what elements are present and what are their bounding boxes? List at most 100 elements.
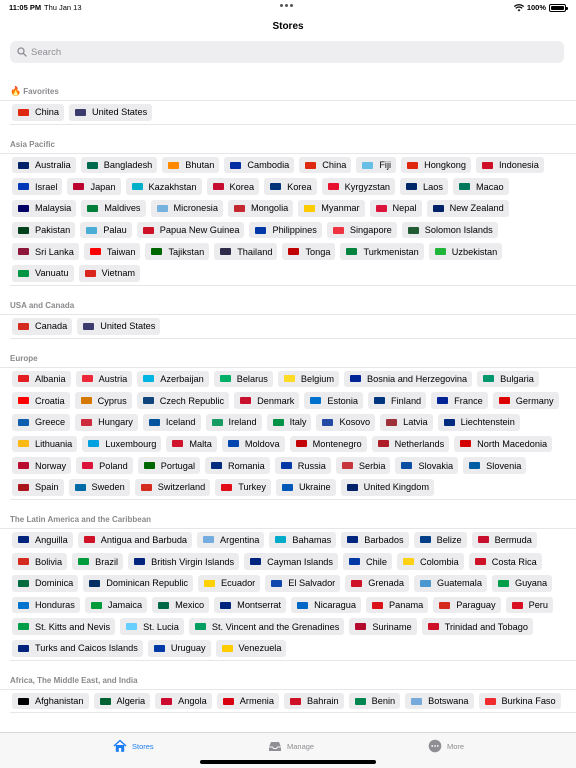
store-chip[interactable]: Anguilla: [12, 531, 73, 549]
store-chip[interactable]: Solomon Islands: [401, 221, 498, 239]
store-chip[interactable]: Korea: [206, 178, 260, 196]
store-chip[interactable]: Kazakhstan: [125, 178, 202, 196]
store-chip[interactable]: Ukraine: [275, 478, 336, 496]
store-chip[interactable]: Sri Lanka: [12, 243, 79, 261]
store-chip[interactable]: Latvia: [380, 413, 433, 431]
store-chip[interactable]: Pakistan: [12, 221, 76, 239]
store-chip[interactable]: Thailand: [214, 243, 278, 261]
store-chip[interactable]: Costa Rica: [468, 553, 542, 570]
store-chip[interactable]: Czech Republic: [136, 392, 230, 409]
store-chip[interactable]: Cayman Islands: [244, 553, 339, 570]
store-chip[interactable]: Belize: [413, 531, 467, 549]
store-chip[interactable]: Palau: [80, 221, 132, 239]
store-chip[interactable]: Switzerland: [134, 478, 211, 496]
store-chip[interactable]: Kosovo: [316, 413, 376, 431]
store-chip[interactable]: Cambodia: [224, 156, 295, 174]
store-chip[interactable]: Tonga: [282, 243, 336, 261]
store-chip[interactable]: El Salvador: [265, 575, 341, 592]
store-chip[interactable]: Ecuador: [198, 575, 261, 592]
store-chip[interactable]: Albania: [12, 370, 71, 388]
store-chip[interactable]: Botswana: [405, 692, 474, 710]
store-chip[interactable]: Dominican Republic: [83, 575, 194, 592]
store-chip[interactable]: Montserrat: [214, 596, 287, 614]
store-chip[interactable]: Uzbekistan: [428, 243, 503, 261]
store-chip[interactable]: Venezuela: [215, 640, 287, 657]
store-chip[interactable]: Paraguay: [433, 596, 501, 614]
store-chip[interactable]: Peru: [505, 596, 553, 614]
store-chip[interactable]: Greece: [12, 413, 71, 431]
store-chip[interactable]: Mexico: [152, 596, 210, 614]
store-chip[interactable]: Malta: [166, 435, 217, 453]
store-chip[interactable]: Suriname: [349, 618, 417, 636]
store-chip[interactable]: Barbados: [341, 531, 409, 549]
store-chip[interactable]: Angola: [155, 692, 212, 710]
tab-manage[interactable]: Manage: [268, 739, 314, 753]
store-chip[interactable]: Dominica: [12, 575, 79, 592]
store-chip[interactable]: United States: [77, 317, 161, 335]
multitasking-dots-icon[interactable]: [280, 4, 293, 7]
store-chip[interactable]: Grenada: [345, 575, 409, 592]
store-chip[interactable]: Panama: [365, 596, 429, 614]
store-chip[interactable]: Cyprus: [74, 392, 132, 409]
store-chip[interactable]: China: [299, 156, 352, 174]
store-chip[interactable]: France: [431, 392, 488, 409]
store-chip[interactable]: St. Kitts and Nevis: [12, 618, 116, 636]
store-chip[interactable]: Finland: [368, 392, 427, 409]
store-chip[interactable]: Poland: [76, 457, 133, 474]
store-chip[interactable]: Norway: [12, 457, 72, 474]
store-chip[interactable]: Argentina: [197, 531, 265, 549]
store-chip[interactable]: Myanmar: [298, 200, 365, 217]
store-chip[interactable]: Turks and Caicos Islands: [12, 640, 143, 657]
store-chip[interactable]: Singapore: [326, 221, 397, 239]
store-chip[interactable]: Russia: [274, 457, 331, 474]
store-chip[interactable]: Vanuatu: [12, 265, 74, 282]
tab-stores[interactable]: Stores: [113, 739, 154, 753]
store-chip[interactable]: Ireland: [205, 413, 262, 431]
store-chip[interactable]: Hongkong: [401, 156, 471, 174]
store-chip[interactable]: Belgium: [277, 370, 340, 388]
store-chip[interactable]: Guyana: [491, 575, 553, 592]
store-chip[interactable]: Nepal: [369, 200, 422, 217]
store-chip[interactable]: Bermuda: [471, 531, 537, 549]
store-chip[interactable]: Spain: [12, 478, 64, 496]
store-chip[interactable]: Turkey: [215, 478, 271, 496]
store-chip[interactable]: Belarus: [213, 370, 273, 388]
search-bar[interactable]: [10, 41, 564, 63]
store-chip[interactable]: Canada: [12, 317, 73, 335]
store-chip[interactable]: Burkina Faso: [478, 692, 561, 710]
store-chip[interactable]: Serbia: [335, 457, 391, 474]
store-chip[interactable]: Micronesia: [150, 200, 223, 217]
store-chip[interactable]: Uruguay: [147, 640, 211, 657]
store-chip[interactable]: Montenegro: [289, 435, 367, 453]
store-chip[interactable]: Papua New Guinea: [136, 221, 245, 239]
store-chip[interactable]: Bhutan: [162, 156, 220, 174]
store-chip[interactable]: Bosnia and Herzegovina: [344, 370, 473, 388]
store-chip[interactable]: Indonesia: [475, 156, 544, 174]
store-chip[interactable]: Bolivia: [12, 553, 68, 570]
store-chip[interactable]: Luxembourg: [82, 435, 162, 453]
store-chip[interactable]: Bahrain: [283, 692, 344, 710]
store-chip[interactable]: Australia: [12, 156, 76, 174]
store-chip[interactable]: Taiwan: [83, 243, 141, 261]
store-chip[interactable]: Romania: [205, 457, 270, 474]
store-chip[interactable]: Benin: [348, 692, 401, 710]
store-chip[interactable]: Slovakia: [395, 457, 459, 474]
store-list[interactable]: 🔥 Favorites China United States Asia Pacific…: [0, 83, 576, 724]
store-chip[interactable]: Bangladesh: [80, 156, 158, 174]
store-chip[interactable]: Korea: [264, 178, 317, 196]
store-chip[interactable]: Laos: [400, 178, 448, 196]
store-chip[interactable]: Sweden: [68, 478, 130, 496]
store-chip[interactable]: Slovenia: [463, 457, 527, 474]
store-chip[interactable]: Kyrgyzstan: [321, 178, 396, 196]
store-chip[interactable]: St. Vincent and the Grenadines: [188, 618, 345, 636]
store-chip[interactable]: Afghanistan: [12, 692, 89, 710]
store-chip[interactable]: Portugal: [137, 457, 200, 474]
store-chip[interactable]: Antigua and Barbuda: [77, 531, 193, 549]
store-chip[interactable]: Colombia: [396, 553, 464, 570]
store-chip[interactable]: Armenia: [216, 692, 279, 710]
store-chip[interactable]: British Virgin Islands: [128, 553, 240, 570]
store-chip[interactable]: Trinidad and Tobago: [421, 618, 533, 636]
store-chip[interactable]: Turkmenistan: [340, 243, 424, 261]
store-chip[interactable]: Denmark: [234, 392, 300, 409]
store-chip[interactable]: Fiji: [356, 156, 397, 174]
